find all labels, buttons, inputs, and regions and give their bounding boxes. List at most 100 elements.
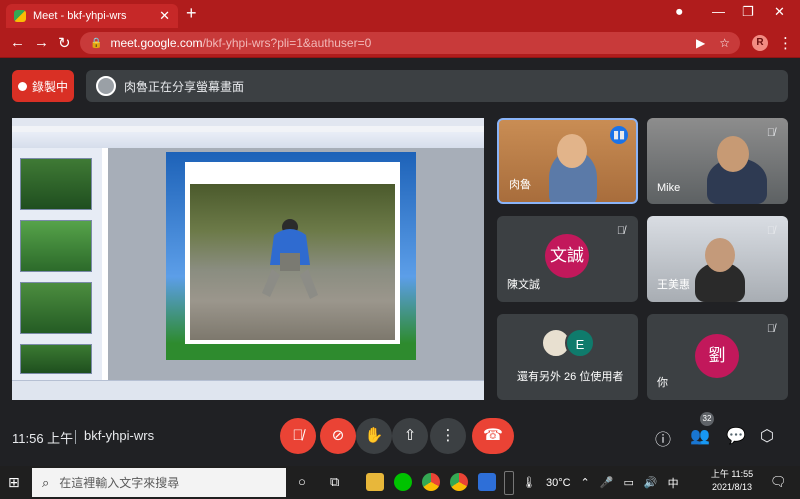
more-vert-icon: ⋮ [440,427,456,444]
cortana-icon[interactable]: ○ [298,474,306,489]
activities-icon[interactable]: ⬡ [760,426,774,446]
temperature[interactable]: 30°C [546,477,571,489]
new-tab-button[interactable]: + [186,3,197,24]
reload-icon[interactable]: ↻ [58,34,71,52]
system-tray: 🌡 30°C ⌃ 🎤 ▭ 🔊 中 [522,468,679,497]
recording-label: 錄製中 [31,79,68,94]
chat-icon[interactable]: 💬 [726,426,746,446]
ppt-titlebar [12,118,484,126]
address-bar[interactable]: 🔒 meet.google.com/bkf-yhpi-wrs?pli=1&aut… [80,32,740,54]
bookmark-star-icon[interactable]: ☆ [719,36,730,50]
leave-call-button[interactable]: ☎ [472,418,514,454]
scrollbar[interactable] [504,471,514,495]
meeting-code: bkf-yhpi-wrs [84,428,155,443]
browser-tab[interactable]: Meet - bkf-yhpi-wrs ✕ [6,4,178,28]
presenting-text: 肉魯正在分享螢幕畫面 [124,79,245,94]
tab-close-icon[interactable]: ✕ [159,8,170,24]
participant-tile[interactable]: 🎙̸ 王美惠 [647,216,788,302]
participant-face [717,136,749,172]
raise-hand-button[interactable]: ✋ [356,418,392,454]
mic-off-icon: 🎙̸ [292,427,304,444]
recording-badge[interactable]: 錄製中 [12,70,74,102]
presenter-avatar [96,76,116,96]
notification-icon[interactable]: 🗨 [770,474,787,490]
divider [75,430,76,444]
mic-toggle-button[interactable]: 🎙̸ [280,418,316,454]
participant-face [557,134,587,168]
ppt-slide-panel [12,148,102,380]
forward-arrow-icon[interactable]: → [34,34,49,51]
volume-icon[interactable]: 🔊 [644,476,658,489]
camera-permission-icon[interactable]: ▶ [696,36,705,50]
chrome-icon[interactable] [422,473,440,491]
taskbar-time: 上午 11:55 [710,469,754,479]
other-avatar: E [565,328,595,358]
file-explorer-icon[interactable] [366,473,384,491]
weather-icon[interactable]: 🌡 [522,476,536,489]
participant-name: 陳文誠 [507,279,540,291]
maximize-icon[interactable]: ❐ [742,4,754,20]
ppt-statusbar [12,380,484,400]
participant-tile[interactable]: 文誠 🎙̸ 陳文誠 [497,216,638,302]
chrome-active-icon[interactable] [450,473,468,491]
self-avatar: 劉 [695,334,739,378]
slide-thumbnail [20,220,92,272]
ime-indicator[interactable]: 中 [668,475,679,491]
search-icon: ⌕ [42,474,50,490]
taskbar-search-placeholder: 在這裡輸入文字來搜尋 [59,476,180,490]
shared-screen [12,118,484,400]
mic-off-icon: 🎙̸ [766,225,776,237]
mic-off-icon: 🎙̸ [766,323,776,335]
taskbar-date: 2021/8/13 [711,482,753,492]
participant-face [705,238,735,272]
participant-name: 肉魯 [509,179,531,191]
meeting-clock: 11:56 上午 [12,431,74,446]
participant-name: 你 [657,377,668,389]
participant-count-badge: 32 [700,412,714,426]
participant-avatar: 文誠 [545,234,589,278]
start-button[interactable]: ⊞ [8,474,20,491]
minimize-icon[interactable]: — [712,4,725,19]
participant-tile-others[interactable]: E 還有另外 26 位使用者 [497,314,638,400]
meet-favicon-icon [14,10,26,22]
camera-toggle-button[interactable]: ⊘ [320,418,356,454]
taskbar-search[interactable]: ⌕ 在這裡輸入文字來搜尋 [32,468,286,497]
slide-thumbnail [20,344,92,374]
recording-dot-icon [17,81,27,91]
participant-tile[interactable]: 🎙̸ Mike [647,118,788,204]
tray-expand-icon[interactable]: ⌃ [581,476,590,489]
speaking-indicator-icon: ▮▮ [610,126,628,144]
participant-name: 王美惠 [657,279,690,291]
ppt-toolbar [12,132,484,148]
tab-title: Meet - bkf-yhpi-wrs [33,10,127,22]
back-arrow-icon[interactable]: ← [10,34,25,51]
photos-app-icon[interactable] [478,473,496,491]
mic-off-icon: 🎙̸ [766,127,776,139]
people-icon[interactable]: 👥 [690,426,710,446]
camera-off-icon: ⊘ [331,427,345,444]
others-count-label: 還有另外 26 位使用者 [517,371,624,383]
slide-thumbnail [20,158,92,210]
mic-off-icon: 🎙̸ [616,225,626,237]
taskbar-clock[interactable]: 上午 11:55 2021/8/13 [706,468,758,494]
microphone-icon[interactable]: 🎤 [600,476,614,489]
hand-icon: ✋ [364,427,384,444]
network-icon[interactable]: ▭ [623,476,633,489]
browser-menu-icon[interactable]: ⋮ [778,34,793,52]
presenting-banner: 肉魯正在分享螢幕畫面 [86,70,788,102]
profile-avatar[interactable]: R [752,35,768,51]
line-app-icon[interactable] [394,473,412,491]
task-view-icon[interactable]: ⧉ [330,474,339,490]
hiker-figure [262,219,318,299]
meeting-info-icon[interactable]: ⓘ [655,426,671,450]
participant-tile-self[interactable]: 劉 🎙̸ 你 [647,314,788,400]
url-host: meet.google.com [110,36,203,50]
participant-name: Mike [657,182,681,194]
window-close-icon[interactable]: ✕ [774,4,785,20]
more-options-button[interactable]: ⋮ [430,418,466,454]
lock-icon: 🔒 [90,37,103,49]
slide-thumbnail [20,282,92,334]
record-indicator-icon: ⏺ [676,4,683,19]
participant-tile-speaker[interactable]: ▮▮ 肉魯 [497,118,638,204]
present-button[interactable]: ⇧ [392,418,428,454]
